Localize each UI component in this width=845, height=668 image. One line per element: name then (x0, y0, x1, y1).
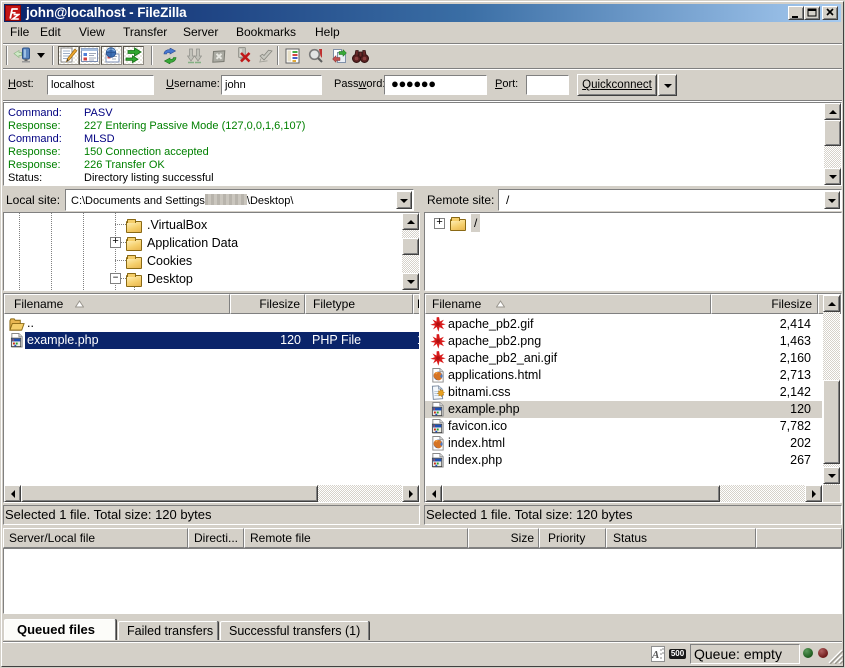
svg-text:A: A (652, 649, 659, 661)
